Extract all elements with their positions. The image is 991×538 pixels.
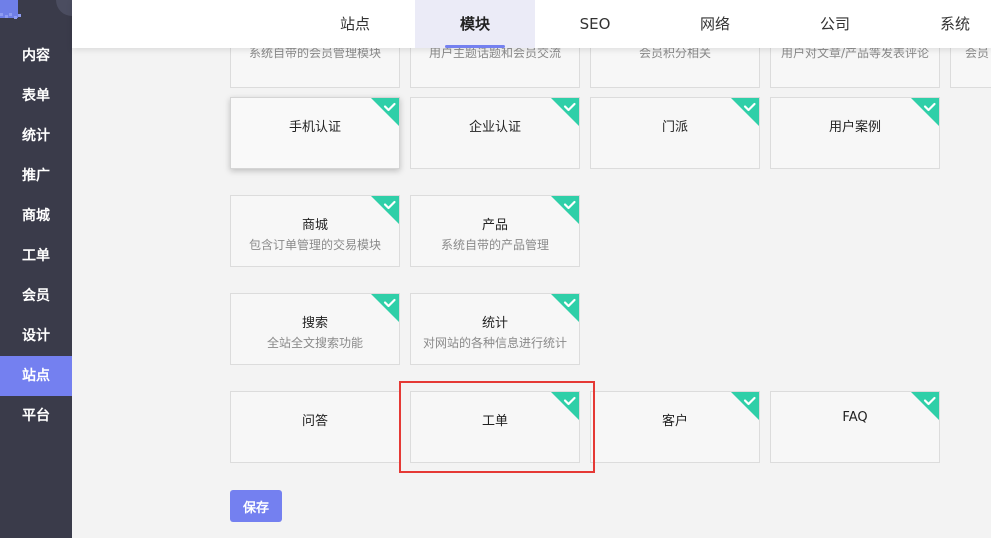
sidebar-item-forms[interactable]: 表单 xyxy=(0,76,72,116)
module-card-user-cases[interactable]: 用户案例 xyxy=(770,97,940,169)
tab-modules[interactable]: 模块 xyxy=(415,0,535,48)
module-card-qa[interactable]: 问答 xyxy=(230,391,400,463)
tab-site[interactable]: 站点 xyxy=(295,0,415,48)
module-card-enterprise-auth[interactable]: 企业认证 xyxy=(410,97,580,169)
check-icon xyxy=(371,294,399,322)
sidebar-item-content[interactable]: 内容 xyxy=(0,36,72,76)
tab-seo-label: SEO xyxy=(579,15,611,33)
tab-system-label: 系统 xyxy=(939,15,970,33)
tab-site-label: 站点 xyxy=(339,15,370,33)
sidebar-item-stats[interactable]: 统计 xyxy=(0,116,72,156)
check-icon xyxy=(551,392,579,420)
module-card-faction[interactable]: 门派 xyxy=(590,97,760,169)
save-button[interactable]: 保存 xyxy=(230,490,282,522)
module-card-mall[interactable]: 商城 包含订单管理的交易模块 xyxy=(230,195,400,267)
module-card-title: 问答 xyxy=(301,414,328,429)
sidebar: 内容 表单 统计 推广 商城 工单 会员 设计 站点 平台 xyxy=(0,0,72,538)
tab-company-label: 公司 xyxy=(819,15,850,33)
check-icon xyxy=(551,98,579,126)
check-icon xyxy=(551,196,579,224)
check-icon xyxy=(911,98,939,126)
tab-network-label: 网络 xyxy=(699,15,730,33)
module-card-phone-auth[interactable]: 手机认证 xyxy=(230,97,400,169)
tab-modules-label: 模块 xyxy=(459,15,490,33)
sidebar-item-promotion[interactable]: 推广 xyxy=(0,156,72,196)
top-tab-bar: 站点 模块 SEO 网络 公司 系统 xyxy=(72,0,991,48)
logo-pixels xyxy=(0,13,22,21)
logo-wedge xyxy=(56,0,72,16)
module-card-search[interactable]: 搜索 全站全文搜索功能 xyxy=(230,293,400,365)
check-icon xyxy=(731,392,759,420)
tab-network[interactable]: 网络 xyxy=(655,0,775,48)
tab-seo[interactable]: SEO xyxy=(535,0,655,48)
tab-company[interactable]: 公司 xyxy=(775,0,895,48)
sidebar-item-ticket[interactable]: 工单 xyxy=(0,236,72,276)
logo xyxy=(0,0,72,30)
sidebar-item-design[interactable]: 设计 xyxy=(0,316,72,356)
check-icon xyxy=(371,98,399,126)
sidebar-item-platform[interactable]: 平台 xyxy=(0,396,72,436)
module-card-customer[interactable]: 客户 xyxy=(590,391,760,463)
sidebar-item-site[interactable]: 站点 xyxy=(0,356,72,396)
module-card-desc: 系统自带的产品管理 xyxy=(440,238,549,252)
check-icon xyxy=(371,196,399,224)
sidebar-nav: 内容 表单 统计 推广 商城 工单 会员 设计 站点 平台 xyxy=(0,36,72,436)
module-card-desc: 全站全文搜索功能 xyxy=(266,336,363,350)
check-icon xyxy=(731,98,759,126)
module-card-statistics[interactable]: 统计 对网站的各种信息进行统计 xyxy=(410,293,580,365)
sidebar-item-members[interactable]: 会员 xyxy=(0,276,72,316)
module-card-faq[interactable]: FAQ xyxy=(770,391,940,463)
module-card-desc: 对网站的各种信息进行统计 xyxy=(422,336,567,350)
module-card-desc: 包含订单管理的交易模块 xyxy=(248,238,381,252)
tab-system[interactable]: 系统 xyxy=(895,0,991,48)
module-card-product[interactable]: 产品 系统自带的产品管理 xyxy=(410,195,580,267)
check-icon xyxy=(551,294,579,322)
check-icon xyxy=(911,392,939,420)
active-tab-indicator xyxy=(445,45,505,48)
module-card-ticket[interactable]: 工单 xyxy=(410,391,580,463)
sidebar-item-mall[interactable]: 商城 xyxy=(0,196,72,236)
